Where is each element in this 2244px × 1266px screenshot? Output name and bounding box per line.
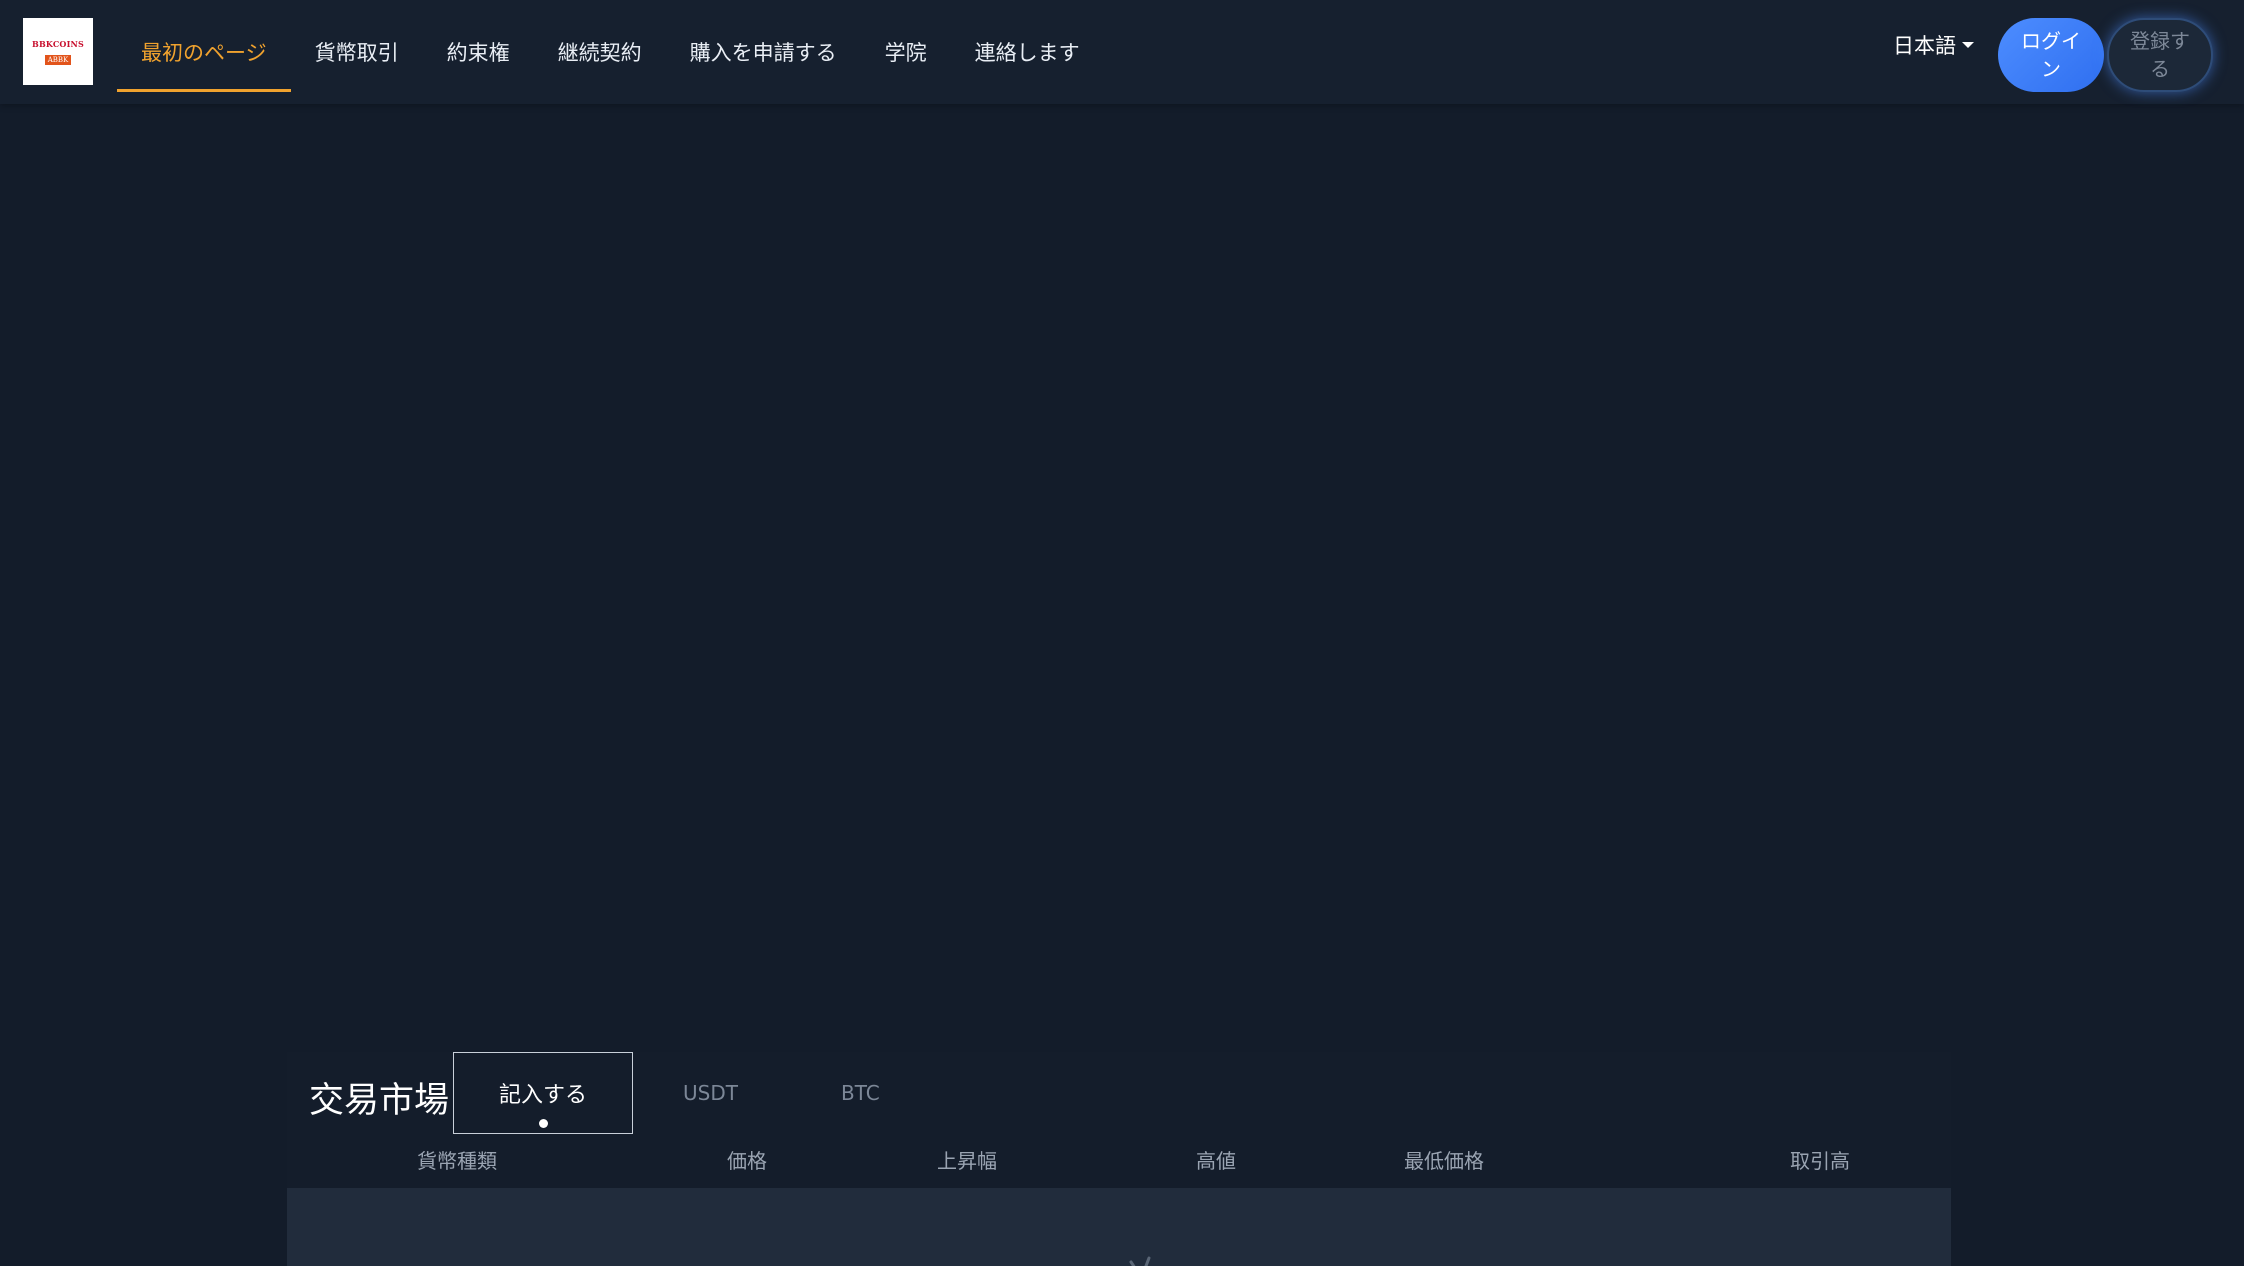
page: BBKCOINS ABBK 最初のページ 貨幣取引 約束権 継続契約 購入を申請…: [0, 0, 2244, 1266]
nav-item-currency-trading[interactable]: 貨幣取引: [291, 12, 423, 92]
language-label: 日本語: [1893, 34, 1956, 58]
tab-favorites[interactable]: 記入する: [453, 1052, 633, 1134]
register-button[interactable]: 登録する: [2107, 18, 2213, 92]
column-header-low[interactable]: 最低価格: [1404, 1145, 1484, 1174]
market-table-body: [287, 1188, 1951, 1266]
active-tab-dot: [539, 1119, 548, 1128]
tab-favorites-label: 記入する: [498, 1083, 587, 1108]
column-header-currency[interactable]: 貨幣種類: [417, 1145, 497, 1174]
column-header-price[interactable]: 価格: [727, 1145, 767, 1174]
brand-logo[interactable]: BBKCOINS ABBK: [23, 18, 93, 85]
language-selector[interactable]: 日本語: [1893, 28, 1974, 62]
nav-item-contact[interactable]: 連絡します: [951, 12, 1104, 92]
main-nav: 最初のページ 貨幣取引 約束権 継続契約 購入を申請する 学院 連絡します: [117, 0, 1104, 104]
nav-item-options[interactable]: 約束権: [423, 12, 534, 92]
top-navigation-bar: BBKCOINS ABBK 最初のページ 貨幣取引 約束権 継続契約 購入を申請…: [0, 0, 2244, 104]
login-button[interactable]: ログイン: [1998, 18, 2104, 92]
logo-text: BBKCOINS: [31, 38, 85, 49]
column-header-high[interactable]: 高値: [1196, 1145, 1236, 1174]
nav-item-academy[interactable]: 学院: [861, 12, 951, 92]
nav-item-perpetual-contracts[interactable]: 継続契約: [534, 12, 666, 92]
loading-spinner-icon: [1129, 1256, 1151, 1266]
tab-usdt[interactable]: USDT: [683, 1052, 738, 1134]
market-title: 交易市場: [309, 1081, 450, 1121]
nav-item-home[interactable]: 最初のページ: [117, 12, 291, 92]
trading-market-section: 交易市場 記入する USDT BTC 貨幣種類 価格 上昇幅 高値 最低価格 取…: [287, 1052, 1951, 1266]
tab-btc[interactable]: BTC: [841, 1052, 880, 1134]
nav-item-apply-purchase[interactable]: 購入を申請する: [666, 12, 861, 92]
logo-badge: ABBK: [44, 54, 72, 65]
caret-down-icon: [1962, 42, 1974, 48]
column-header-volume[interactable]: 取引高: [1790, 1145, 1850, 1174]
column-header-change[interactable]: 上昇幅: [937, 1145, 997, 1174]
